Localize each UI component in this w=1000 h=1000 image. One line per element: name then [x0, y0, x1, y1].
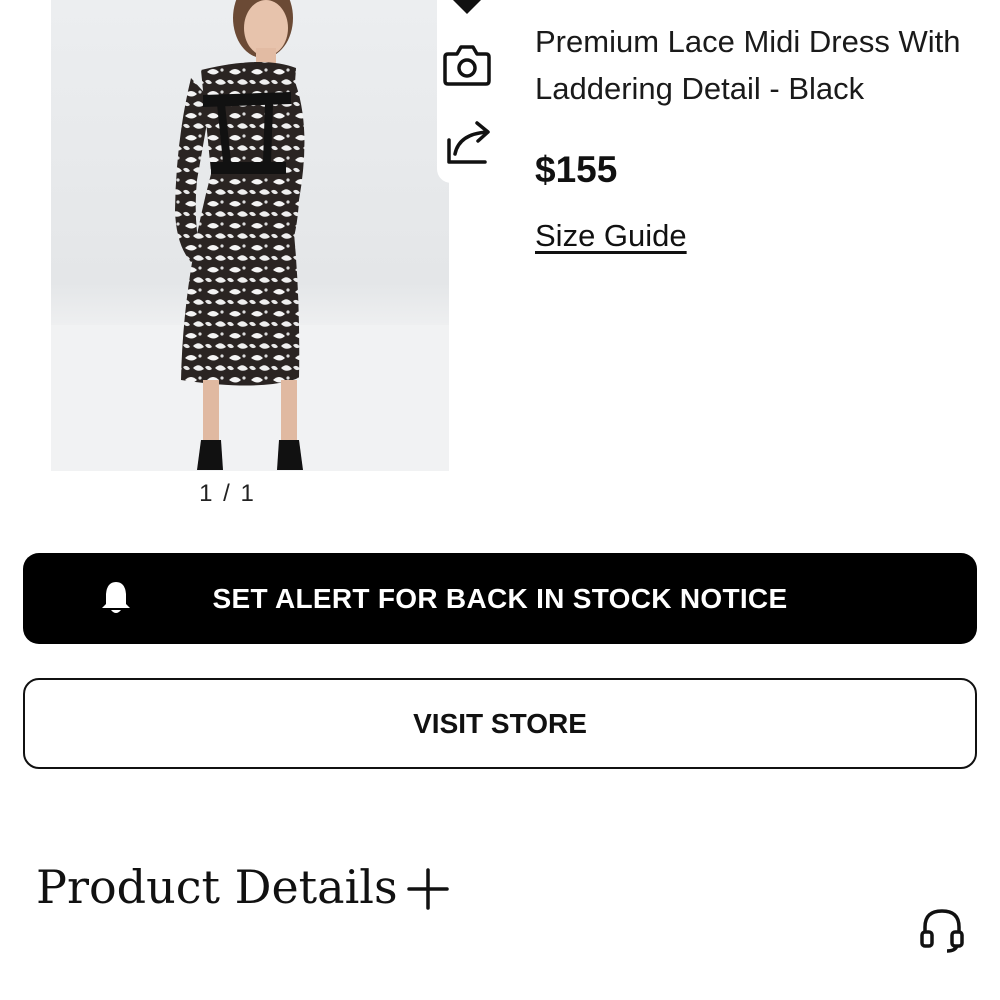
share-icon[interactable] [437, 118, 497, 168]
bell-icon [98, 580, 134, 623]
dress-photo [51, 0, 449, 471]
headset-icon[interactable] [917, 905, 967, 960]
camera-icon[interactable] [437, 42, 497, 88]
heart-icon[interactable] [437, 0, 497, 16]
product-price: $155 [535, 149, 618, 190]
product-image[interactable] [51, 0, 449, 471]
image-counter: 1 / 1 [199, 480, 256, 507]
plus-icon[interactable] [405, 866, 451, 917]
product-details-heading[interactable]: Product Details [36, 860, 398, 914]
alert-button-label: SET ALERT FOR BACK IN STOCK NOTICE [212, 582, 788, 614]
visit-store-label: VISIT STORE [413, 707, 587, 739]
image-action-rail [437, 0, 497, 183]
product-title: Premium Lace Midi Dress With Laddering D… [535, 24, 961, 106]
back-in-stock-alert-button[interactable]: SET ALERT FOR BACK IN STOCK NOTICE [23, 553, 977, 644]
visit-store-button[interactable]: VISIT STORE [23, 678, 977, 769]
size-guide-link[interactable]: Size Guide [535, 218, 687, 254]
